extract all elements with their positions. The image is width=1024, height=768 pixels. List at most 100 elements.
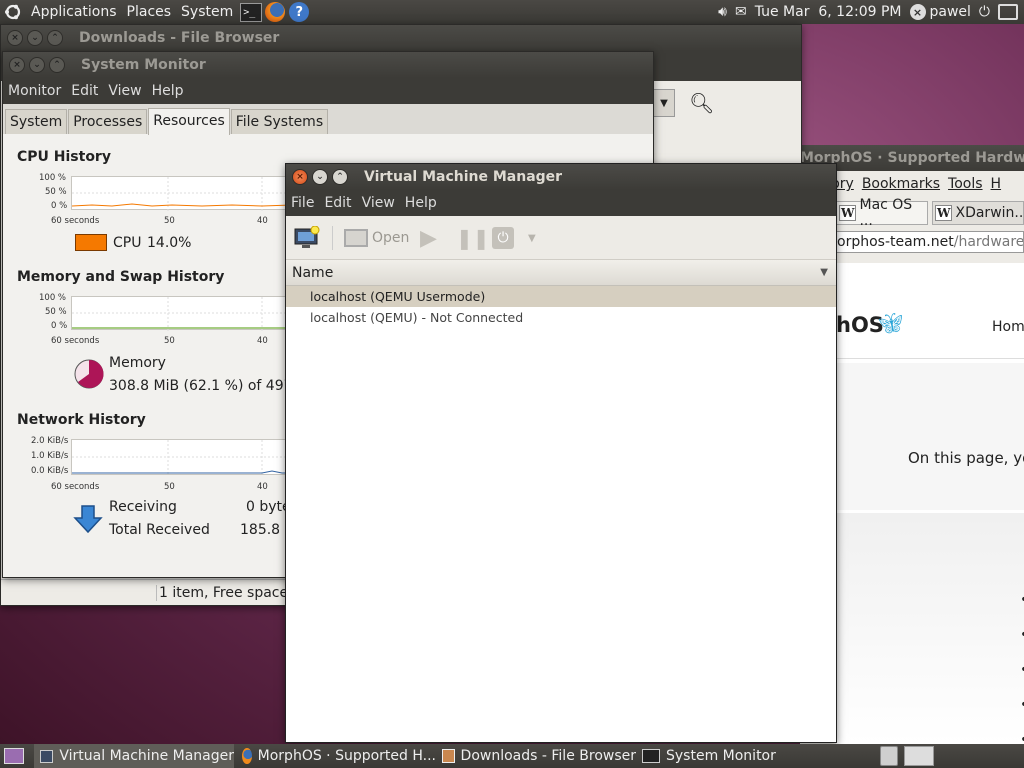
shutdown-vm-icon[interactable]: ⏻ xyxy=(492,226,514,250)
cpu-legend-value: 14.0% xyxy=(147,235,192,251)
minimize-icon[interactable]: ⌄ xyxy=(312,169,328,185)
open-vm-button[interactable]: Open xyxy=(344,226,409,250)
url-domain: orphos-team.net xyxy=(837,234,954,250)
volume-icon[interactable]: 🔊︎ xyxy=(718,4,727,20)
net-x-tick-40: 40 xyxy=(257,482,268,492)
menu-edit[interactable]: Edit xyxy=(319,195,356,211)
menu-places[interactable]: Places xyxy=(122,4,177,20)
connection-row[interactable]: localhost (QEMU) - Not Connected xyxy=(286,307,836,328)
sysmon-titlebar[interactable]: × ⌄ ⌃ System Monitor xyxy=(3,52,653,78)
folder-app-icon xyxy=(442,749,455,763)
memory-label: Memory xyxy=(109,355,166,371)
browser-tab-xdarwin[interactable]: W XDarwin... xyxy=(932,201,1024,225)
browser-tab-macos[interactable]: W Mac OS ... xyxy=(836,197,928,229)
menu-view[interactable]: View xyxy=(357,195,400,211)
url-path: /hardware.ht xyxy=(953,234,1024,250)
site-lower-band xyxy=(836,513,1024,744)
menu-system[interactable]: System xyxy=(176,4,238,20)
top-panel: Applications Places System >_ ? 🔊︎ ✉︎ Tu… xyxy=(0,0,1024,24)
menu-view[interactable]: View xyxy=(103,83,146,99)
browser-menu-tools[interactable]: Tools xyxy=(944,176,987,192)
terminal-launcher-icon[interactable]: >_ xyxy=(240,2,263,22)
downloads-titlebar[interactable]: × ⌄ ⌃ Downloads - File Browser xyxy=(1,25,801,51)
help-launcher-icon[interactable]: ? xyxy=(289,2,310,22)
menu-file[interactable]: File xyxy=(286,195,319,211)
site-logo[interactable]: hOS xyxy=(836,313,884,337)
browser-menu-help[interactable]: H xyxy=(987,176,1006,192)
browser-url-bar[interactable]: orphos-team.net/hardware.ht xyxy=(836,231,1024,253)
mem-x-tick-50: 50 xyxy=(164,336,175,346)
connection-row[interactable]: localhost (QEMU Usermode) xyxy=(286,286,836,307)
tab-file-systems[interactable]: File Systems xyxy=(230,109,329,134)
maximize-icon[interactable]: ⌃ xyxy=(47,30,63,46)
cpu-legend-label: CPU xyxy=(113,235,142,251)
clock[interactable]: Tue Mar 6, 12:09 PM xyxy=(755,4,902,20)
run-vm-icon[interactable]: ▶ xyxy=(420,226,437,251)
taskbar-item-sysmon[interactable]: System Monitor xyxy=(638,744,838,768)
vmm-title: Virtual Machine Manager xyxy=(364,169,563,185)
menu-monitor[interactable]: Monitor xyxy=(3,83,66,99)
menu-edit[interactable]: Edit xyxy=(66,83,103,99)
taskbar-label: Virtual Machine Manager xyxy=(59,748,234,764)
location-dropdown[interactable]: ▼ xyxy=(653,89,675,117)
workspace-switcher-icon[interactable] xyxy=(904,746,934,766)
menu-help[interactable]: Help xyxy=(400,195,442,211)
trash-icon[interactable] xyxy=(880,746,898,766)
memory-pie-icon[interactable] xyxy=(73,358,105,394)
close-icon[interactable]: × xyxy=(292,169,308,185)
total-received-label: Total Received xyxy=(109,522,210,538)
tab-resources[interactable]: Resources xyxy=(148,108,230,135)
butterfly-logo-icon: 🦋︎ xyxy=(878,311,904,335)
taskbar-item-downloads[interactable]: Downloads - File Browser xyxy=(436,744,636,768)
browser-menu-bookmarks[interactable]: Bookmarks xyxy=(858,176,944,192)
memory-value: 308.8 MiB (62.1 %) of 497.3 xyxy=(109,378,306,394)
cpu-tick-0: 0 % xyxy=(51,201,68,211)
minimize-icon[interactable]: ⌄ xyxy=(29,57,45,73)
mem-x-tick-40: 40 xyxy=(257,336,268,346)
network-graph-plot xyxy=(72,440,292,476)
firefox-launcher-icon[interactable] xyxy=(265,2,286,22)
status-text: 1 item, Free space: xyxy=(156,584,293,601)
net-tick-0: 0.0 KiB/s xyxy=(31,466,69,476)
download-arrow-icon[interactable] xyxy=(73,504,103,538)
taskbar-item-vmm[interactable]: Virtual Machine Manager xyxy=(34,744,234,768)
vmm-toolbar: Open ▶ ❚❚ ⏻ ▼ xyxy=(286,216,836,260)
user-name[interactable]: pawel xyxy=(930,4,971,20)
mail-icon[interactable]: ✉︎ xyxy=(735,4,747,20)
maximize-icon[interactable]: ⌃ xyxy=(49,57,65,73)
net-tick-1: 1.0 KiB/s xyxy=(31,451,69,461)
minimize-icon[interactable]: ⌄ xyxy=(27,30,43,46)
show-desktop-icon[interactable] xyxy=(4,748,24,764)
menu-help[interactable]: Help xyxy=(147,83,189,99)
shutdown-menu-chevron-icon[interactable]: ▼ xyxy=(528,226,536,250)
pause-vm-icon[interactable]: ❚❚ xyxy=(456,226,490,250)
menu-applications[interactable]: Applications xyxy=(26,4,122,20)
connection-name: localhost (QEMU Usermode) xyxy=(310,289,486,304)
user-status-icon[interactable]: × xyxy=(909,4,926,20)
sysmon-tabs: System Processes Resources File Systems xyxy=(3,104,653,135)
close-icon[interactable]: × xyxy=(7,30,23,46)
nav-home-link[interactable]: Hom xyxy=(992,319,1024,335)
maximize-icon[interactable]: ⌃ xyxy=(332,169,348,185)
net-tick-2: 2.0 KiB/s xyxy=(31,436,69,446)
ubuntu-logo-icon[interactable] xyxy=(0,3,26,21)
power-icon[interactable]: ⏻ xyxy=(979,4,990,20)
cpu-history-heading: CPU History xyxy=(17,149,111,165)
cpu-graph-plot xyxy=(71,177,293,211)
vmm-titlebar[interactable]: × ⌄ ⌃ Virtual Machine Manager xyxy=(286,164,836,190)
taskbar-label: Downloads - File Browser xyxy=(460,748,636,764)
vm-list-header[interactable]: Name ▼ xyxy=(286,260,836,286)
cpu-color-swatch[interactable] xyxy=(75,234,107,251)
browser-tabstrip: W Mac OS ... W XDarwin... xyxy=(836,197,1024,229)
taskbar-item-browser[interactable]: MorphOS · Supported H... xyxy=(236,744,436,768)
wikipedia-icon: W xyxy=(839,205,857,221)
tab-processes[interactable]: Processes xyxy=(68,109,148,134)
mem-tick-0: 0 % xyxy=(51,321,68,331)
site-banner xyxy=(836,363,1024,510)
close-icon[interactable]: × xyxy=(9,57,25,73)
search-icon[interactable]: 🔍︎ xyxy=(689,91,714,115)
taskbar-label: System Monitor xyxy=(666,748,776,764)
tab-system[interactable]: System xyxy=(5,109,68,134)
network-icon[interactable] xyxy=(998,4,1018,20)
new-vm-icon[interactable] xyxy=(294,226,320,250)
